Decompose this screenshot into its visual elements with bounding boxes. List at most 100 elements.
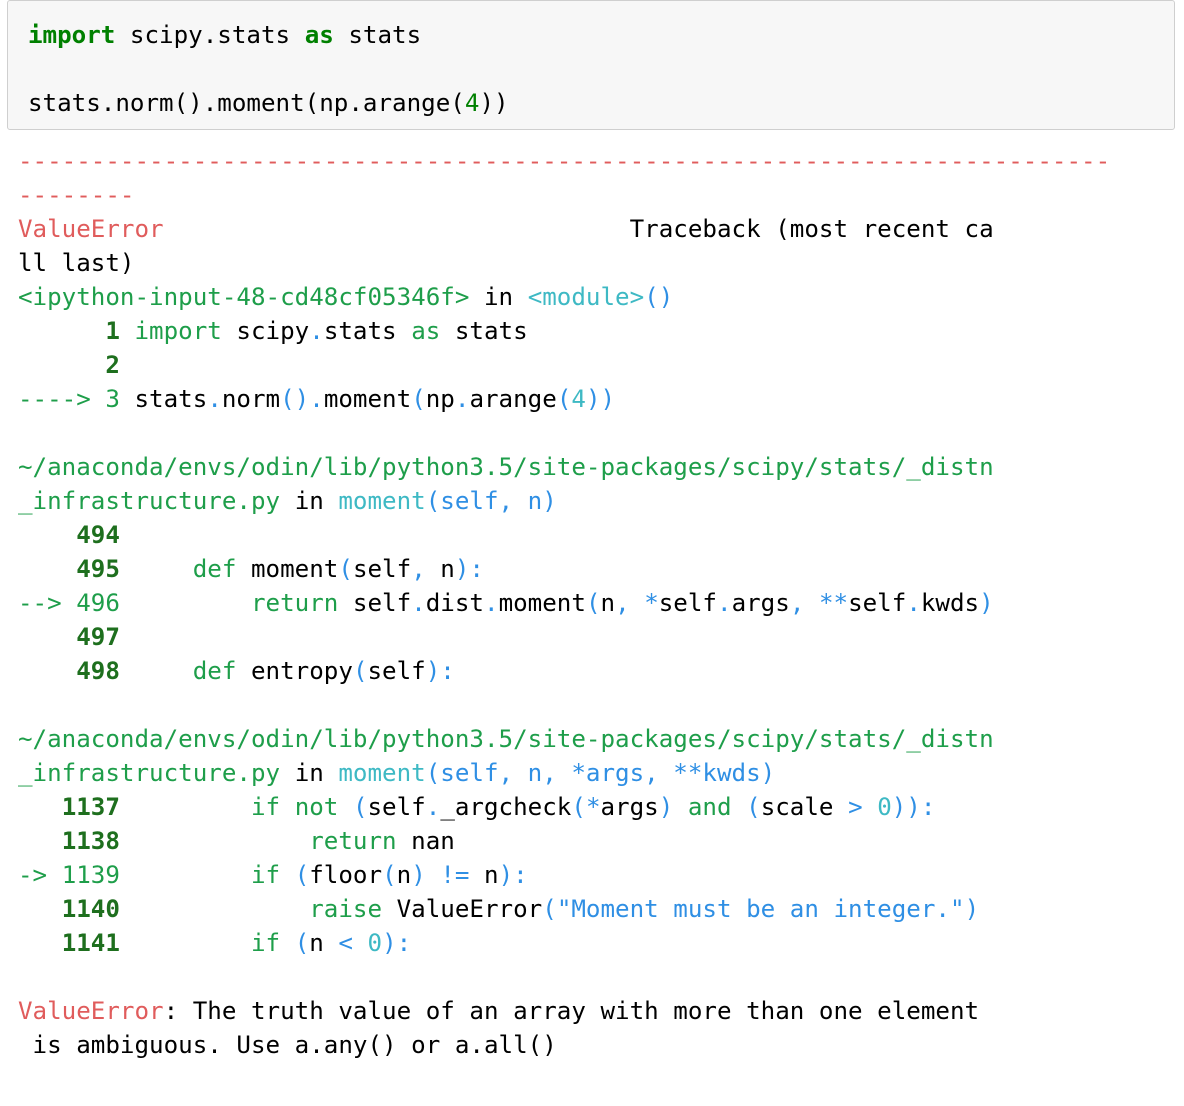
traceback-output: ----------------------------------------… (18, 144, 1110, 1062)
code-token: . (411, 589, 426, 617)
code-token: ( (338, 555, 353, 583)
code-token: ( (556, 385, 572, 413)
current-code-line: ----> 3 stats.norm().moment(np.arange(4)… (18, 382, 1110, 416)
frame-lines: 494 495 def moment(self, n): --> 496 retu… (18, 518, 1110, 688)
code-token: scale (760, 793, 849, 821)
code-token: raise (309, 895, 383, 923)
code-token: n (469, 861, 499, 889)
frame-path-wrap: _infrastructure.py (18, 759, 281, 787)
code-token: return (251, 589, 339, 617)
code-token: def (192, 555, 237, 583)
frame-args: (self, n, *args, **kwds) (425, 759, 776, 787)
code-token: ( (294, 929, 310, 957)
frame-lines: 1137 if not (self._argcheck(*args) and (… (18, 790, 1110, 960)
code-token: ) (964, 895, 980, 923)
code-token: not (294, 793, 339, 821)
code-token: ( (542, 895, 557, 923)
code-token: ( (294, 861, 310, 889)
code-input-cell[interactable]: import scipy.stats as stats stats.norm()… (7, 0, 1175, 130)
code-token: n (396, 861, 412, 889)
code-token: ( (571, 793, 586, 821)
code-token: stats (119, 385, 208, 413)
code-token: , (789, 589, 805, 617)
code-token: < (338, 929, 353, 957)
traceback-separator: ----------------------------------------… (18, 147, 1111, 175)
code-line: 2 (18, 348, 1110, 382)
code-token: ): (382, 929, 412, 957)
frame-header: _infrastructure.py in moment(self, n) (18, 487, 557, 515)
code-editor[interactable]: import scipy.stats as stats stats.norm()… (28, 18, 509, 120)
code-token: args (600, 793, 659, 821)
code-token: ( (352, 657, 368, 685)
code-token: . (484, 589, 499, 617)
code-token: * (585, 793, 601, 821)
line-number: 1140 (61, 895, 120, 923)
code-token: nan (396, 827, 455, 855)
frame-location: <ipython-input-48-cd48cf05346f> (18, 283, 470, 311)
line-number: 1141 (61, 929, 120, 957)
code-token: , (411, 555, 426, 583)
code-token: entropy (236, 657, 353, 685)
code-token: ) (658, 793, 674, 821)
code-token: ): (454, 555, 484, 583)
frame-header: <ipython-input-48-cd48cf05346f> in <modu… (18, 283, 674, 311)
code-token: kwds (920, 589, 980, 617)
code-token: . (717, 589, 732, 617)
code-line-3: stats.norm().moment(np.arange(4)) (28, 89, 509, 117)
current-code-line: -> 1139 if (floor(n) != n): (18, 858, 1110, 892)
code-token: ( (382, 861, 397, 889)
code-token: moment (498, 589, 586, 617)
line-number: 496 (76, 589, 120, 617)
line-number: 498 (76, 657, 120, 685)
current-line-arrow: ----> (18, 385, 106, 413)
code-token: stats (323, 317, 412, 345)
frame-function: moment (338, 759, 426, 787)
code-token: . (425, 793, 441, 821)
final-error-line: ValueError: The truth value of an array … (18, 994, 1110, 1028)
code-token: , (615, 589, 630, 617)
code-token: def (192, 657, 237, 685)
traceback-header-text: Traceback (most recent ca (629, 215, 994, 243)
code-token: ): (498, 861, 528, 889)
current-code-line: --> 496 return self.dist.moment(n, *self… (18, 586, 1110, 620)
code-token: norm (221, 385, 281, 413)
code-token: moment (236, 555, 339, 583)
code-token: )): (891, 793, 936, 821)
line-number: 2 (105, 351, 120, 379)
code-token: )) (585, 385, 616, 413)
code-line: 1141 if (n < 0): (18, 926, 1110, 960)
code-token: self (367, 657, 426, 685)
frame-header: _infrastructure.py in moment(self, n, *a… (18, 759, 776, 787)
code-line: 497 (18, 620, 1110, 654)
code-token: _argcheck (440, 793, 572, 821)
code-token: ( (352, 793, 368, 821)
code-token: () (280, 385, 310, 413)
code-token: arange (469, 385, 557, 413)
code-token: scipy (221, 317, 310, 345)
code-token: ** (818, 589, 849, 617)
code-token: > (848, 793, 863, 821)
code-token: np (425, 385, 455, 413)
frame-path: ~/anaconda/envs/odin/lib/python3.5/site-… (18, 725, 994, 753)
